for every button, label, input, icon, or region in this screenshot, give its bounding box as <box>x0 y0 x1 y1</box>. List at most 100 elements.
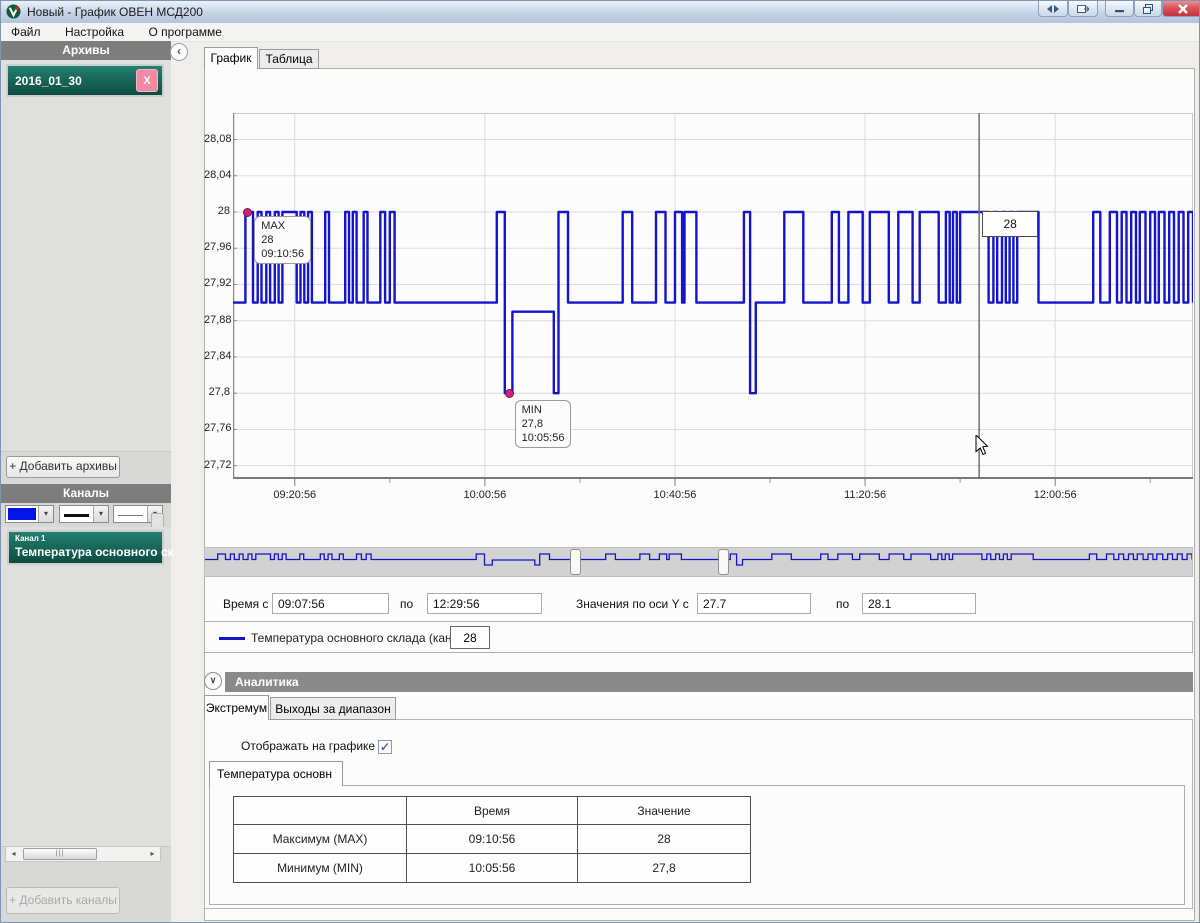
y-tick-label: 27,96 <box>204 241 230 253</box>
channel-item-tag: Канал 1 <box>15 534 45 543</box>
x-tick-label: 10:00:56 <box>450 489 520 501</box>
archives-list: 2016_01_30 X <box>1 60 171 452</box>
max-annotation: MAX 28 09:10:56 <box>254 216 311 264</box>
tab-table[interactable]: Таблица <box>259 49 319 69</box>
table-cell: Минимум (MIN) <box>234 854 407 883</box>
extremum-col-header: Значение <box>578 797 751 825</box>
export-window-button[interactable] <box>1068 1 1098 17</box>
navigator-handle-left[interactable] <box>570 549 581 575</box>
y-tick-label: 27,72 <box>204 459 230 471</box>
max-value: 28 <box>261 233 304 247</box>
display-on-chart-label: Отображать на графике <box>241 739 375 753</box>
y-tick-label: 27,84 <box>204 350 230 362</box>
x-tick-label: 09:20:56 <box>260 489 330 501</box>
minimize-icon <box>1115 4 1124 13</box>
analytics-header: Аналитика <box>225 672 1193 692</box>
y-tick-label: 28 <box>204 205 230 217</box>
navigator-handle-right[interactable] <box>718 549 729 575</box>
table-row: Минимум (MIN)10:05:5627,8 <box>234 854 751 883</box>
y-to-input[interactable] <box>862 593 976 614</box>
min-annotation: MIN 27,8 10:05:56 <box>515 400 572 448</box>
menu-file[interactable]: Файл <box>1 24 51 40</box>
archive-item-label: 2016_01_30 <box>15 74 82 88</box>
y-tick-label: 27,88 <box>204 314 230 326</box>
x-tick-label: 11:20:56 <box>830 489 900 501</box>
horizontal-scrollbar[interactable]: ◂ ||| ▸ <box>5 846 161 862</box>
sidebar: Архивы 2016_01_30 X + Добавить архивы Ка… <box>1 41 171 923</box>
archive-close-button[interactable]: X <box>136 69 158 92</box>
max-label: MAX <box>261 219 304 233</box>
min-label: MIN <box>522 403 565 417</box>
y-from-input[interactable] <box>697 593 811 614</box>
table-cell: 09:10:56 <box>407 825 578 854</box>
scroll-right-icon[interactable]: ▸ <box>145 847 160 861</box>
channels-header: Каналы <box>1 484 171 503</box>
min-value: 27,8 <box>522 417 565 431</box>
menu-settings[interactable]: Настройка <box>55 24 134 40</box>
analytics-collapse-button[interactable]: ∨ <box>204 672 222 690</box>
channels-list: Канал 1 Температура основного ск <box>1 527 171 847</box>
tab-channel-extremum[interactable]: Температура основн <box>209 761 343 786</box>
line-width-select[interactable]: ▾ <box>59 505 109 523</box>
range-navigator[interactable] <box>204 547 1193 577</box>
titlebar-extra-buttons <box>1038 1 1098 17</box>
extremum-col-header: Время <box>407 797 578 825</box>
add-archives-button[interactable]: + Добавить архивы <box>6 456 120 478</box>
tab-graph[interactable]: График <box>204 47 258 69</box>
time-from-input[interactable] <box>272 593 389 614</box>
scroll-left-icon[interactable]: ◂ <box>6 847 21 861</box>
navigator-plot <box>205 548 1192 576</box>
window-controls <box>1105 1 1200 17</box>
legend-label: Температура основного склада (канал 1) <box>251 631 479 645</box>
display-on-chart-checkbox[interactable]: ✓ <box>378 740 392 754</box>
table-row: Максимум (MAX)09:10:5628 <box>234 825 751 854</box>
close-button[interactable] <box>1162 1 1200 17</box>
check-icon: ✓ <box>380 740 390 754</box>
time-to-input[interactable] <box>427 593 542 614</box>
extremum-table: ВремяЗначениеМаксимум (MAX)09:10:5628Мин… <box>233 796 751 883</box>
sidebar-collapse-button[interactable]: ‹ <box>170 43 188 61</box>
table-cell: 28 <box>578 825 751 854</box>
legend-box: Температура основного склада (канал 1) 2… <box>204 621 1193 653</box>
channel-color-select[interactable]: ▾ <box>5 505 54 523</box>
legend-value-box: 28 <box>450 626 490 649</box>
app-logo-icon <box>6 4 21 19</box>
x-tick-label: 12:00:56 <box>1020 489 1090 501</box>
y-tick-label: 28,04 <box>204 169 230 181</box>
color-swatch <box>8 508 36 520</box>
chart-plot[interactable] <box>233 113 1193 491</box>
add-channels-button[interactable]: + Добавить каналы <box>6 887 120 914</box>
table-cell: 27,8 <box>578 854 751 883</box>
max-time: 09:10:56 <box>261 247 304 261</box>
minimize-button[interactable] <box>1105 1 1134 17</box>
restore-button[interactable] <box>1134 1 1162 17</box>
archive-item[interactable]: 2016_01_30 X <box>6 64 164 97</box>
title-bar: Новый - График ОВЕН МСД200 <box>1 1 1199 24</box>
y-tick-label: 27,76 <box>204 422 230 434</box>
x-tick-label: 10:40:56 <box>640 489 710 501</box>
table-cell: 10:05:56 <box>407 854 578 883</box>
chart-area[interactable]: 28,0828,042827,9627,9227,8827,8427,827,7… <box>204 79 1194 531</box>
y-tick-label: 27,8 <box>204 386 230 398</box>
y-from-label: Значения по оси Y с <box>576 597 689 611</box>
chevron-down-icon: ▾ <box>93 506 108 522</box>
close-icon <box>1178 4 1188 14</box>
restore-icon <box>1143 4 1153 14</box>
mouse-cursor <box>975 435 989 456</box>
export-window-icon <box>1077 4 1089 14</box>
scrollbar-thumb[interactable]: ||| <box>23 848 97 860</box>
tab-extremum[interactable]: Экстремум <box>204 695 269 720</box>
chevron-down-icon: ▾ <box>38 506 53 522</box>
menu-bar: Файл Настройка О программе <box>1 23 1199 42</box>
window-title: Новый - График ОВЕН МСД200 <box>27 5 203 19</box>
line-style-sample <box>116 508 145 520</box>
extremum-col-header <box>234 797 407 825</box>
panel-switch-button[interactable] <box>1038 1 1068 17</box>
tab-out-of-range[interactable]: Выходы за диапазон <box>270 697 396 720</box>
min-time: 10:05:56 <box>522 431 565 445</box>
channel-item[interactable]: Канал 1 Температура основного ск <box>7 530 164 565</box>
series-color-swatch <box>219 637 245 640</box>
min-point-marker <box>505 389 514 398</box>
menu-about[interactable]: О программе <box>139 24 232 40</box>
time-to-label: по <box>400 597 413 611</box>
